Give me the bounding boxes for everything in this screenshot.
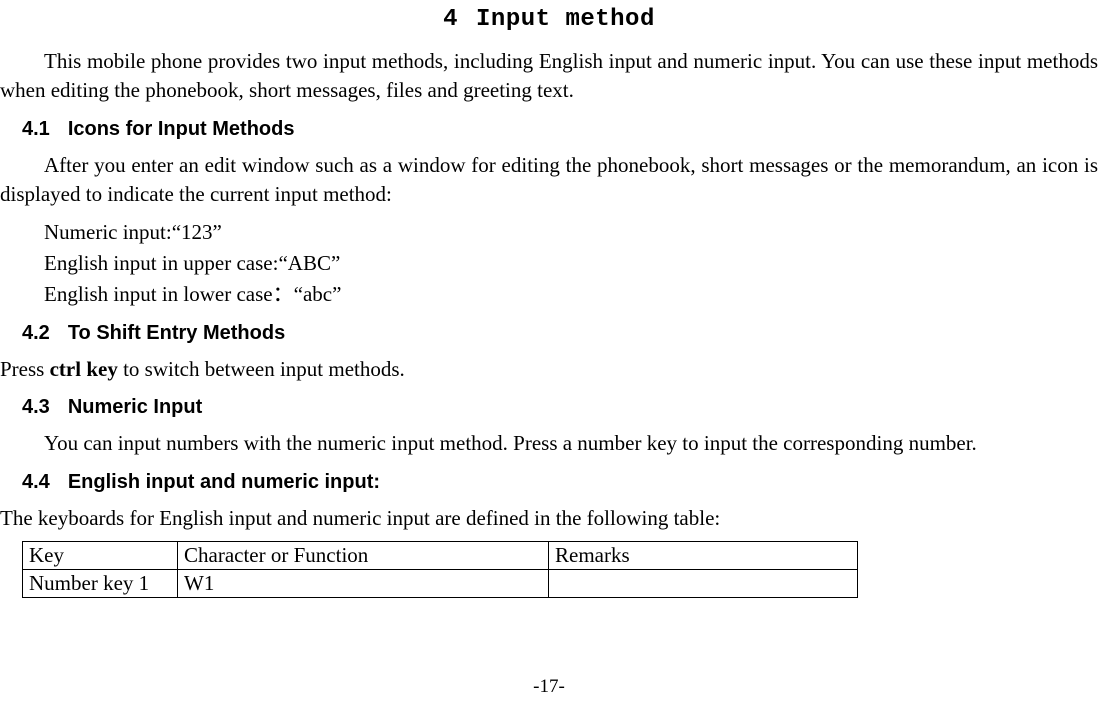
table-cell-char: W1 [178, 569, 549, 597]
document-page: 4 Input method This mobile phone provides… [0, 6, 1098, 704]
section-number: 4 [443, 6, 458, 33]
subsection-number: 4.3 [22, 396, 50, 418]
s42-pre: Press [0, 357, 50, 381]
subsection-title: To Shift Entry Methods [68, 322, 285, 344]
table-cell-key: Number key 1 [23, 569, 178, 597]
s41-line-upper: English input in upper case:“ABC” [44, 249, 1098, 278]
s41-line-lower: English input in lower case：“abc” [44, 280, 1098, 309]
table-row: Number key 1 W1 [23, 569, 858, 597]
subsection-number: 4.1 [22, 118, 50, 140]
subsection-title: Icons for Input Methods [68, 118, 295, 140]
table-row: Key Character or Function Remarks [23, 541, 858, 569]
s43-paragraph: You can input numbers with the numeric i… [0, 429, 1098, 458]
page-number: -17- [0, 676, 1098, 698]
s42-post: to switch between input methods. [118, 357, 405, 381]
table-header-char: Character or Function [178, 541, 549, 569]
table-header-remarks: Remarks [549, 541, 858, 569]
subsection-title: Numeric Input [68, 396, 202, 418]
key-definition-table: Key Character or Function Remarks Number… [22, 541, 858, 598]
subsection-number: 4.2 [22, 322, 50, 344]
subsection-heading-4-1: 4.1 Icons for Input Methods [22, 118, 1098, 141]
table-header-key: Key [23, 541, 178, 569]
s44-paragraph: The keyboards for English input and nume… [0, 504, 1098, 533]
table-cell-remarks [549, 569, 858, 597]
s41-paragraph: After you enter an edit window such as a… [0, 151, 1098, 210]
s42-paragraph: Press ctrl key to switch between input m… [0, 355, 1098, 384]
s41-line-numeric: Numeric input:“123” [44, 218, 1098, 247]
subsection-title: English input and numeric input: [68, 471, 380, 493]
subsection-heading-4-4: 4.4 English input and numeric input: [22, 471, 1098, 494]
subsection-number: 4.4 [22, 471, 50, 493]
section-heading: 4 Input method [0, 6, 1098, 33]
section-title: Input method [476, 6, 655, 33]
subsection-heading-4-2: 4.2 To Shift Entry Methods [22, 322, 1098, 345]
intro-paragraph: This mobile phone provides two input met… [0, 47, 1098, 106]
subsection-heading-4-3: 4.3 Numeric Input [22, 396, 1098, 419]
s42-ctrl-key: ctrl key [50, 357, 118, 381]
